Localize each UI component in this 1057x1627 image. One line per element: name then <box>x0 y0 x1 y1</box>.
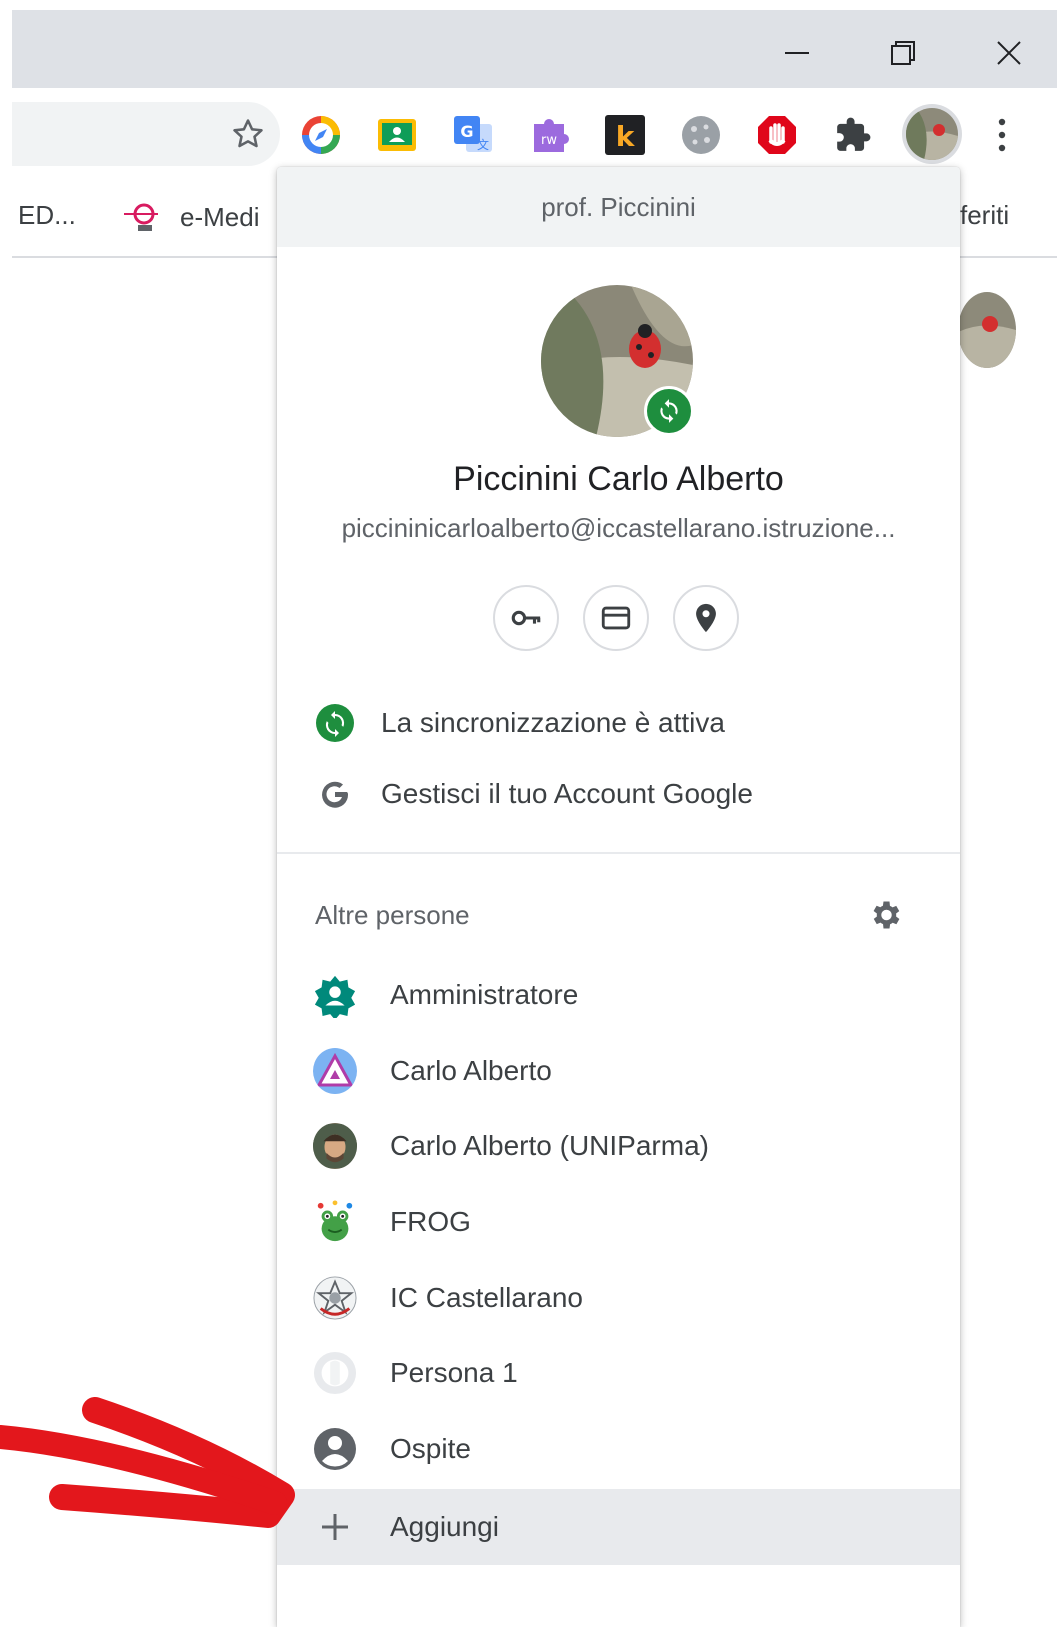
restore-button[interactable] <box>878 28 928 78</box>
extension-cookie-button[interactable] <box>678 112 724 158</box>
restore-icon <box>891 41 915 65</box>
add-profile-row[interactable]: Aggiungi <box>277 1489 960 1565</box>
default-avatar-icon <box>313 1351 357 1395</box>
triangle-avatar-icon <box>313 1048 357 1094</box>
svg-text:文: 文 <box>477 137 489 152</box>
manage-profiles-button[interactable] <box>865 895 905 935</box>
photo-avatar-icon <box>958 292 1016 368</box>
credit-card-icon <box>601 606 631 630</box>
title-bar <box>12 10 1057 88</box>
bookmark-item[interactable]: feriti <box>960 200 1009 231</box>
profile-label: Carlo Alberto <box>390 1055 552 1086</box>
annotation-arrow-icon <box>0 1397 295 1528</box>
passwords-button[interactable] <box>493 585 559 651</box>
admin-gear-avatar-icon <box>314 975 356 1018</box>
manage-account-label: Gestisci il tuo Account Google <box>381 778 753 809</box>
profile-label: FROG <box>390 1206 471 1237</box>
translate-icon: G 文 <box>454 116 492 152</box>
avatar <box>313 1200 357 1244</box>
e-media-icon <box>124 203 158 231</box>
guest-account-icon <box>314 1428 356 1470</box>
avatar <box>313 1048 357 1094</box>
avatar <box>313 1427 357 1471</box>
user-name: Piccinini Carlo Alberto <box>453 460 784 498</box>
guest-label: Ospite <box>390 1433 471 1464</box>
frog-avatar-icon <box>317 1200 353 1242</box>
sync-status-icon-wrap <box>313 701 357 745</box>
profile-label: Persona 1 <box>390 1357 518 1388</box>
user-email: piccininicarloalberto@iccastellarano.ist… <box>341 513 896 543</box>
extension-classroom-button[interactable] <box>374 112 420 158</box>
profile-row-ic-castellarano[interactable]: IC Castellarano <box>277 1263 960 1333</box>
google-icon-wrap <box>313 772 357 816</box>
sync-icon <box>660 399 678 423</box>
profile-row-amministratore[interactable]: Amministratore <box>277 960 960 1030</box>
bookmark-item[interactable]: ED... <box>18 200 76 231</box>
address-bar[interactable] <box>12 102 280 166</box>
photo-avatar-icon <box>313 1123 357 1169</box>
stop-hand-icon <box>758 116 796 154</box>
minimize-button[interactable] <box>772 28 822 78</box>
section-divider <box>277 852 960 854</box>
profile-label: IC Castellarano <box>390 1282 583 1313</box>
chrome-menu-button[interactable] <box>987 112 1017 158</box>
bookmark-label: e-Medi <box>180 201 260 232</box>
sync-icon <box>316 704 354 742</box>
payment-methods-button[interactable] <box>583 585 649 651</box>
star-icon <box>233 119 263 148</box>
svg-text:G: G <box>460 122 473 141</box>
guest-row[interactable]: Ospite <box>277 1414 960 1484</box>
close-window-button[interactable] <box>984 28 1034 78</box>
profile-label: Carlo Alberto (UNIParma) <box>390 1130 709 1161</box>
profile-menu: prof. Piccinini Piccinini Carlo Alberto … <box>277 167 960 1627</box>
puzzle-rw-icon: rw <box>534 119 569 152</box>
avatar <box>313 1276 357 1320</box>
avatar <box>313 973 357 1018</box>
key-icon <box>511 610 541 626</box>
profile-row-carlo-alberto-uniparma[interactable]: Carlo Alberto (UNIParma) <box>277 1111 960 1181</box>
profile-button[interactable] <box>902 104 962 164</box>
extensions-menu-button[interactable] <box>830 112 876 158</box>
google-g-icon <box>322 781 349 808</box>
puzzle-icon <box>837 117 871 151</box>
avatar <box>313 1123 357 1169</box>
emblem-avatar-icon <box>313 1276 357 1320</box>
page-avatar <box>958 292 1016 368</box>
profile-row-persona-1[interactable]: Persona 1 <box>277 1338 960 1408</box>
cookie-icon <box>682 116 720 154</box>
minimize-icon <box>785 52 809 54</box>
extension-k-button[interactable]: k <box>602 112 648 158</box>
plus-icon <box>322 1514 348 1540</box>
kebab-menu-icon <box>998 118 1006 152</box>
manage-account-row[interactable]: Gestisci il tuo Account Google <box>277 759 960 829</box>
svg-text:rw: rw <box>541 133 557 148</box>
profile-photo-avatar <box>906 108 958 160</box>
extension-adblock-button[interactable] <box>754 112 800 158</box>
avatar <box>313 1351 357 1395</box>
add-profile-label: Aggiungi <box>390 1511 499 1542</box>
sync-badge <box>644 386 694 436</box>
compass-icon <box>302 116 340 154</box>
other-people-title: Altre persone <box>315 900 470 930</box>
menu-header: prof. Piccinini <box>277 167 960 247</box>
extension-translate-button[interactable]: G 文 <box>450 112 496 158</box>
bookmark-item[interactable]: e-Medi <box>124 200 259 234</box>
sync-status-label: La sincronizzazione è attiva <box>381 707 725 738</box>
location-pin-icon <box>696 603 716 633</box>
gear-icon <box>873 901 900 929</box>
extension-readwrite-button[interactable]: rw <box>526 112 572 158</box>
classroom-icon <box>378 119 416 151</box>
sync-status-row[interactable]: La sincronizzazione è attiva <box>277 688 960 758</box>
profile-row-frog[interactable]: FROG <box>277 1187 960 1257</box>
k-letter-icon: k <box>605 115 645 155</box>
profile-label: Amministratore <box>390 979 579 1010</box>
svg-text:k: k <box>616 120 636 153</box>
bookmark-star-button[interactable] <box>228 114 268 154</box>
add-icon-wrap <box>313 1505 357 1549</box>
close-icon <box>997 41 1021 65</box>
extension-compass-button[interactable] <box>298 112 344 158</box>
profile-row-carlo-alberto[interactable]: Carlo Alberto <box>277 1036 960 1106</box>
addresses-button[interactable] <box>673 585 739 651</box>
